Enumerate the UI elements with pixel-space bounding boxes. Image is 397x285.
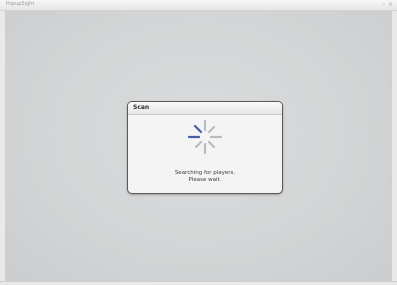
dialog-header: Scan — [128, 102, 282, 115]
app-window: PopupSight – × Scan Searching for player… — [0, 0, 397, 285]
minimize-button[interactable]: – — [381, 1, 386, 8]
spinner-spoke-top-right — [207, 125, 216, 134]
scan-dialog: Scan Searching for players. Please wait. — [127, 101, 283, 194]
spinner-spoke-bottom-right — [207, 140, 216, 149]
loading-spinner-icon — [187, 119, 223, 155]
dialog-title: Scan — [133, 104, 150, 111]
spinner-spoke-bottom-left — [194, 140, 203, 149]
window-frame-right — [391, 11, 397, 285]
app-title: PopupSight — [6, 1, 35, 7]
scan-message-line-1: Searching for players. — [174, 170, 236, 176]
scan-message: Searching for players. Please wait. — [128, 170, 282, 184]
window-controls: – × — [381, 1, 393, 8]
spinner-spoke-top-left — [193, 124, 203, 134]
title-bar[interactable]: PopupSight – × — [0, 0, 397, 11]
close-button[interactable]: × — [388, 1, 393, 8]
window-frame-bottom — [0, 281, 397, 285]
scan-message-line-2: Please wait. — [188, 177, 222, 183]
